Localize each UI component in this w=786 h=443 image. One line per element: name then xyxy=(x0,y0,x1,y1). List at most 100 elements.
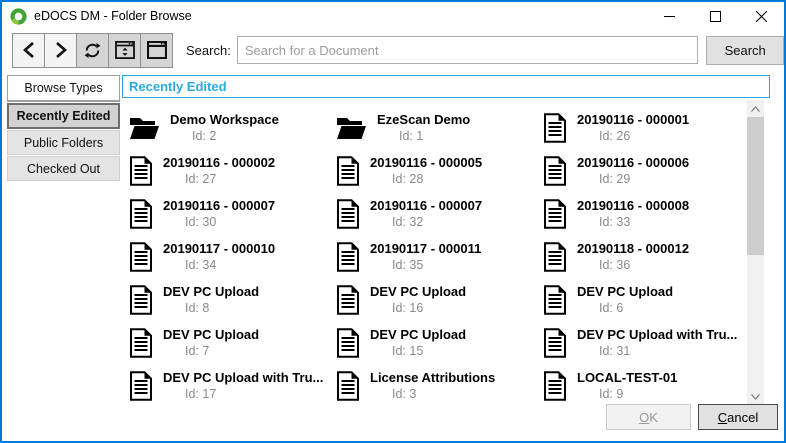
list-item[interactable]: DEV PC Upload with Tru... Id: 31 xyxy=(543,321,749,364)
list-item[interactable]: 20190116 - 000002 Id: 27 xyxy=(129,149,336,192)
minimize-button[interactable] xyxy=(646,2,692,30)
sidebar-item-browse-types[interactable]: Browse Types xyxy=(7,75,120,102)
item-id: Id: 33 xyxy=(577,214,689,230)
item-id: Id: 7 xyxy=(163,343,259,359)
ok-button[interactable]: OK xyxy=(606,404,691,430)
content-header: Recently Edited xyxy=(122,75,770,98)
document-icon xyxy=(543,156,567,186)
list-item[interactable]: DEV PC Upload Id: 16 xyxy=(336,278,543,321)
scrollbar-thumb[interactable] xyxy=(747,117,764,255)
list-item[interactable]: Demo Workspace Id: 2 xyxy=(129,106,336,149)
forward-button[interactable] xyxy=(44,33,77,68)
document-icon xyxy=(543,199,567,229)
document-icon xyxy=(336,199,360,229)
scroll-up-icon[interactable] xyxy=(747,100,764,117)
folder-browse-dialog: eDOCS DM - Folder Browse xyxy=(0,0,786,443)
item-id: Id: 15 xyxy=(370,343,466,359)
list-item[interactable]: 20190116 - 000007 Id: 32 xyxy=(336,192,543,235)
item-name: 20190116 - 000002 xyxy=(163,154,275,171)
refresh-icon xyxy=(83,41,102,60)
list-item[interactable]: 20190116 - 000001 Id: 26 xyxy=(543,106,749,149)
item-name: 20190116 - 000005 xyxy=(370,154,482,171)
list-item[interactable]: DEV PC Upload Id: 8 xyxy=(129,278,336,321)
chevron-left-icon xyxy=(21,41,37,59)
list-item[interactable]: 20190116 - 000007 Id: 30 xyxy=(129,192,336,235)
minimize-icon xyxy=(664,11,675,22)
item-id: Id: 17 xyxy=(163,386,323,402)
item-name: DEV PC Upload xyxy=(163,326,259,343)
document-icon xyxy=(336,242,360,272)
list-item[interactable]: 20190117 - 000010 Id: 34 xyxy=(129,235,336,278)
list-item[interactable]: DEV PC Upload Id: 7 xyxy=(129,321,336,364)
item-name: EzeScan Demo xyxy=(377,111,470,128)
document-icon xyxy=(336,328,360,358)
item-id: Id: 35 xyxy=(370,257,481,273)
item-grid: Demo Workspace Id: 2 EzeScan Demo Id: 1 … xyxy=(122,100,749,405)
document-icon xyxy=(543,285,567,315)
document-icon xyxy=(336,156,360,186)
sidebar-item-checked-out[interactable]: Checked Out xyxy=(7,156,120,181)
list-item[interactable]: 20190118 - 000012 Id: 36 xyxy=(543,235,749,278)
maximize-icon xyxy=(710,11,721,22)
item-name: Demo Workspace xyxy=(170,111,279,128)
item-id: Id: 34 xyxy=(163,257,275,273)
item-id: Id: 16 xyxy=(370,300,466,316)
list-item[interactable]: DEV PC Upload Id: 6 xyxy=(543,278,749,321)
window-icon xyxy=(147,41,167,59)
restore-window-button[interactable] xyxy=(108,33,141,68)
sidebar-item-recently-edited[interactable]: Recently Edited xyxy=(7,103,120,129)
sidebar-item-public-folders[interactable]: Public Folders xyxy=(7,130,120,155)
item-name: DEV PC Upload xyxy=(370,326,466,343)
search-input[interactable] xyxy=(237,36,699,64)
folder-icon xyxy=(129,115,160,141)
list-item[interactable]: License Attributions Id: 3 xyxy=(336,364,543,405)
scroll-down-icon[interactable] xyxy=(747,388,764,405)
document-icon xyxy=(543,328,567,358)
close-button[interactable] xyxy=(738,2,784,30)
document-icon xyxy=(336,371,360,401)
document-icon xyxy=(129,156,153,186)
item-id: Id: 1 xyxy=(377,128,470,144)
item-name: 20190117 - 000010 xyxy=(163,240,275,257)
list-item[interactable]: 20190116 - 000005 Id: 28 xyxy=(336,149,543,192)
item-name: 20190117 - 000011 xyxy=(370,240,481,257)
item-id: Id: 27 xyxy=(163,171,275,187)
item-id: Id: 6 xyxy=(577,300,673,316)
item-name: LOCAL-TEST-01 xyxy=(577,369,677,386)
search-button[interactable]: Search xyxy=(706,36,784,65)
item-list: Demo Workspace Id: 2 EzeScan Demo Id: 1 … xyxy=(122,100,749,405)
folder-icon xyxy=(336,115,367,141)
document-icon xyxy=(543,371,567,401)
list-item[interactable]: EzeScan Demo Id: 1 xyxy=(336,106,543,149)
item-id: Id: 8 xyxy=(163,300,259,316)
item-name: DEV PC Upload with Tru... xyxy=(163,369,323,386)
list-item[interactable]: 20190117 - 000011 Id: 35 xyxy=(336,235,543,278)
item-name: DEV PC Upload with Tru... xyxy=(577,326,737,343)
list-item[interactable]: DEV PC Upload with Tru... Id: 17 xyxy=(129,364,336,405)
document-icon xyxy=(129,285,153,315)
cancel-button[interactable]: Cancel xyxy=(698,404,778,430)
list-item[interactable]: 20190116 - 000008 Id: 33 xyxy=(543,192,749,235)
close-icon xyxy=(756,11,767,22)
window-title: eDOCS DM - Folder Browse xyxy=(34,9,192,23)
item-id: Id: 30 xyxy=(163,214,275,230)
refresh-button[interactable] xyxy=(76,33,109,68)
item-id: Id: 3 xyxy=(370,386,495,402)
back-button[interactable] xyxy=(12,33,45,68)
item-id: Id: 2 xyxy=(170,128,279,144)
item-name: 20190116 - 000008 xyxy=(577,197,689,214)
search-label: Search: xyxy=(186,43,231,58)
item-name: 20190116 - 000007 xyxy=(370,197,482,214)
item-name: DEV PC Upload xyxy=(163,283,259,300)
maximize-window-button[interactable] xyxy=(140,33,173,68)
item-id: Id: 9 xyxy=(577,386,677,402)
item-name: 20190116 - 000006 xyxy=(577,154,689,171)
list-item[interactable]: LOCAL-TEST-01 Id: 9 xyxy=(543,364,749,405)
vertical-scrollbar[interactable] xyxy=(747,100,764,405)
maximize-button[interactable] xyxy=(692,2,738,30)
list-item[interactable]: 20190116 - 000006 Id: 29 xyxy=(543,149,749,192)
item-name: 20190118 - 000012 xyxy=(577,240,689,257)
list-item[interactable]: DEV PC Upload Id: 15 xyxy=(336,321,543,364)
item-id: Id: 29 xyxy=(577,171,689,187)
document-icon xyxy=(129,242,153,272)
